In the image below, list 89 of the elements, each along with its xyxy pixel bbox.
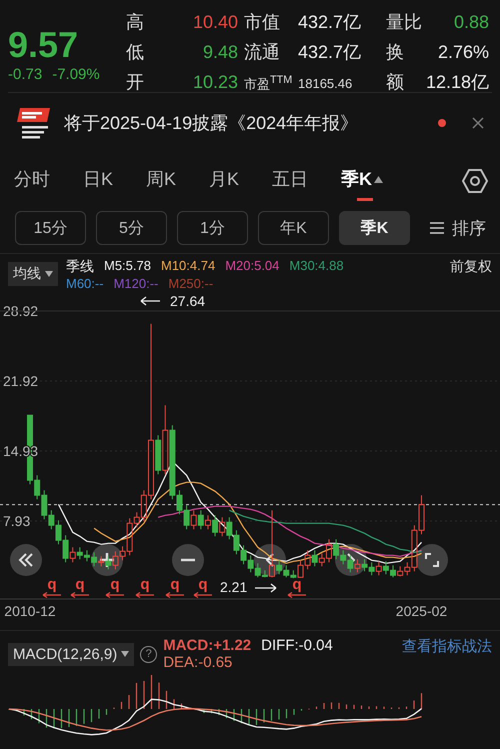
arrow-icon	[140, 296, 161, 306]
indicator-value: MACD:+1.22	[163, 637, 252, 654]
event-marker[interactable]: q	[140, 578, 150, 592]
indicator-value: DEA:-0.65	[163, 654, 232, 671]
stat-value: 18165.46	[298, 76, 354, 91]
scroll-right-button[interactable]	[335, 544, 367, 576]
arrow-icon	[193, 592, 213, 598]
stat-value: 12.18亿	[426, 71, 490, 94]
app-logo-icon	[16, 106, 52, 140]
arrow-icon	[287, 592, 307, 598]
scroll-start-button[interactable]	[10, 544, 42, 576]
indicator-dropdown[interactable]: 均线	[8, 262, 58, 286]
period-tab[interactable]: 五日	[272, 161, 308, 201]
scroll-left-button[interactable]	[254, 544, 286, 576]
indicator-strategy-link[interactable]: 查看指标战法	[402, 637, 492, 656]
date-axis-label: 2025-02	[396, 603, 448, 619]
help-icon[interactable]: ?	[140, 646, 158, 662]
period-tab[interactable]: 日K	[83, 161, 114, 201]
date-axis-label: 2010-12	[4, 603, 56, 619]
moving-average-value: M20:5.04	[225, 258, 280, 275]
notice-text[interactable]: 将于2025-04-19披露《2024年年报》	[64, 111, 426, 135]
stat-value: 432.7亿	[298, 11, 362, 34]
caret-icon	[45, 271, 53, 277]
moving-average-value: M250:--	[168, 276, 214, 291]
stat-value: 2.76%	[437, 42, 490, 63]
stat-value: 9.48	[202, 42, 238, 63]
moving-average-value: M5:5.78	[104, 258, 151, 275]
stat-label: 额	[386, 71, 405, 94]
event-marker[interactable]: q	[170, 578, 180, 592]
stat-value: 10.40	[192, 12, 238, 33]
stat-label: 换	[386, 41, 405, 64]
settings-icon[interactable]	[462, 168, 488, 194]
stat-label: 市值	[244, 11, 281, 34]
arrow-icon	[165, 592, 185, 598]
period-chip[interactable]: 1分	[177, 211, 248, 245]
period-chip[interactable]: 年K	[258, 211, 329, 245]
fullscreen-icon	[425, 553, 439, 567]
menu-icon	[430, 222, 444, 234]
price-change: -0.73	[8, 66, 42, 83]
stat-value: 10.23	[192, 72, 238, 93]
minus-icon	[181, 558, 195, 562]
min-price-label: 2.21	[220, 579, 248, 595]
stat-label: 量比	[386, 11, 420, 34]
indicator-value: DIFF:-0.04	[261, 637, 333, 654]
arrow-icon	[42, 592, 62, 598]
close-icon[interactable]	[472, 117, 484, 129]
period-chip[interactable]: 季K	[339, 211, 410, 245]
stat-value: 432.7亿	[298, 41, 362, 64]
caret-icon	[374, 176, 384, 182]
adjustment-toggle[interactable]: 前复权	[450, 258, 492, 276]
caret-icon	[121, 651, 130, 657]
arrow-icon	[135, 592, 155, 598]
stat-label: 开	[126, 71, 145, 94]
event-marker[interactable]: q	[198, 578, 208, 592]
fullscreen-button[interactable]	[416, 544, 448, 576]
axis-tick-label: 7.93	[3, 512, 30, 529]
zoom-in-button[interactable]	[91, 544, 123, 576]
stat-label: 流通	[244, 41, 281, 64]
stat-label: 市盈$^{TTM}$	[244, 74, 292, 93]
period-tab[interactable]: 月K	[209, 161, 240, 201]
arrow-icon	[105, 592, 125, 598]
moving-average-value: M120:--	[114, 276, 158, 291]
plus-icon	[100, 553, 114, 567]
period-chip[interactable]: 5分	[96, 211, 167, 245]
max-price-label: 27.64	[170, 293, 206, 309]
indicator-dropdown[interactable]: MACD(12,26,9)	[8, 642, 134, 666]
moving-average-value: M30:4.88	[289, 258, 344, 275]
period-tab[interactable]: 周K	[146, 161, 176, 201]
stat-label: 低	[126, 41, 145, 64]
axis-tick-label: 21.92	[3, 373, 38, 390]
moving-average-value: M60:--	[66, 276, 104, 291]
double-chevron-left-icon	[18, 553, 34, 567]
last-price: 9.57	[8, 24, 80, 66]
chevron-left-icon	[266, 553, 274, 567]
arrow-icon	[254, 583, 277, 593]
arrow-icon	[70, 592, 90, 598]
period-tab[interactable]: 分时	[14, 161, 50, 201]
change-percent: -7.09%	[52, 66, 100, 83]
event-marker[interactable]: q	[110, 578, 120, 592]
event-marker[interactable]: q	[47, 578, 57, 592]
period-chip[interactable]: 15分	[15, 211, 86, 245]
sort-button[interactable]: 排序	[424, 216, 492, 240]
stat-value: 0.88	[453, 12, 490, 33]
moving-average-value: M10:4.74	[160, 258, 216, 275]
stat-label: 高	[126, 11, 145, 34]
event-marker[interactable]: q	[75, 578, 85, 592]
event-marker[interactable]: q	[292, 578, 302, 592]
zoom-out-button[interactable]	[172, 544, 204, 576]
series-label: 季线	[66, 258, 94, 276]
